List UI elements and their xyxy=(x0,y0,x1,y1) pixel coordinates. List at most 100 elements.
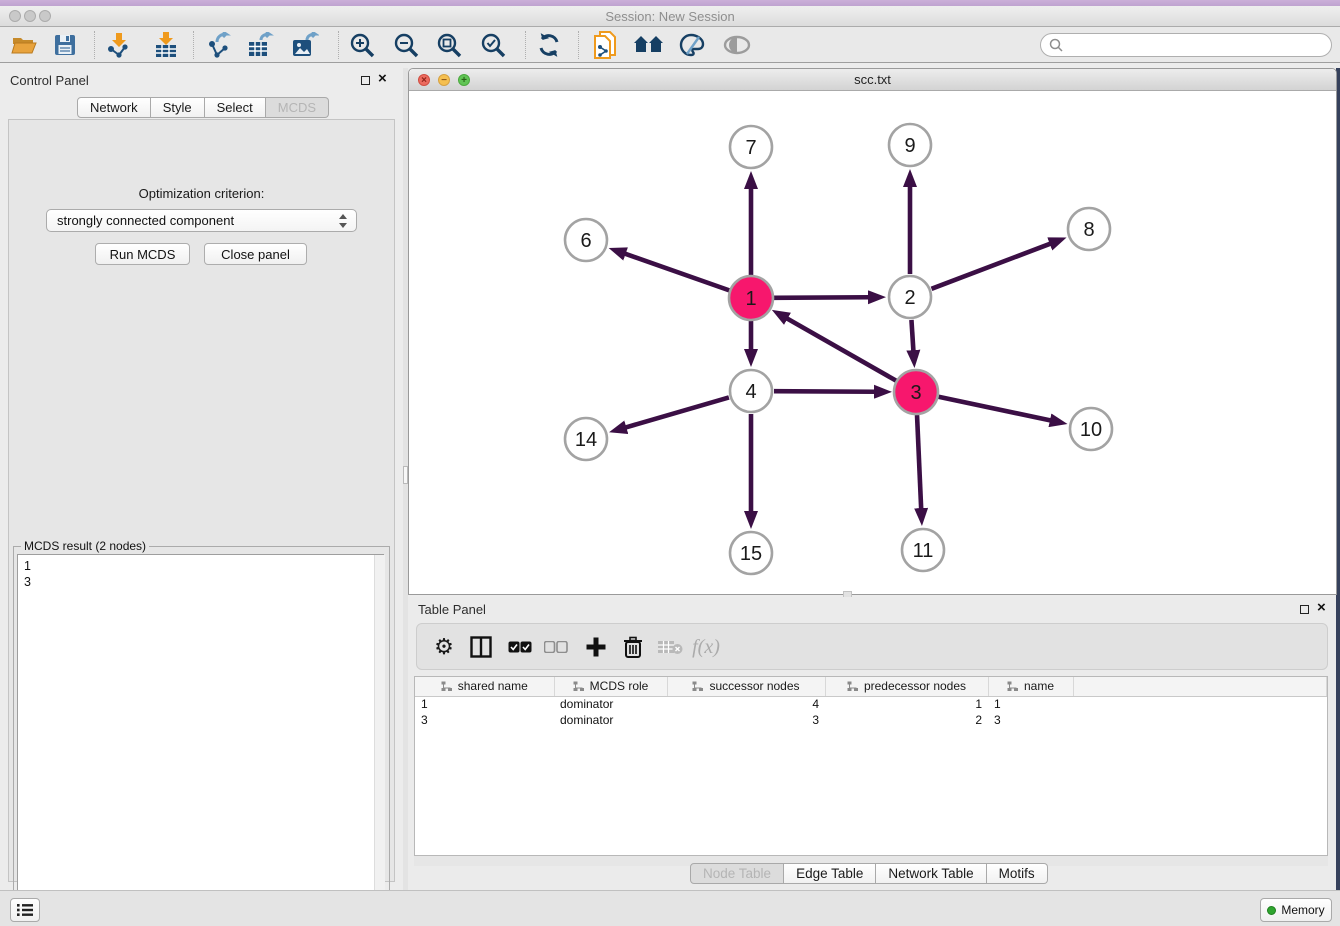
close-view-button[interactable]: × xyxy=(418,74,430,86)
table-cell[interactable]: 4 xyxy=(667,696,825,712)
node-4[interactable]: 4 xyxy=(730,370,772,412)
refresh-view-button[interactable] xyxy=(530,29,568,61)
node-9[interactable]: 9 xyxy=(889,124,931,166)
close-table-panel-icon[interactable]: × xyxy=(1317,599,1326,617)
node-1[interactable]: 1 xyxy=(729,276,773,320)
table-cell[interactable]: 3 xyxy=(988,712,1073,728)
node-8[interactable]: 8 xyxy=(1068,208,1110,250)
edge-3-1[interactable] xyxy=(787,318,896,380)
show-hide-button[interactable] xyxy=(718,29,756,61)
edge-3-10[interactable] xyxy=(939,397,1051,421)
node-3[interactable]: 3 xyxy=(894,370,938,414)
search-input[interactable] xyxy=(1063,38,1331,52)
table-cell[interactable]: 2 xyxy=(825,712,988,728)
column-header-predecessor-nodes[interactable]: predecessor nodes xyxy=(825,677,988,696)
result-item[interactable]: 3 xyxy=(24,574,383,590)
table-settings-button[interactable]: ⚙ xyxy=(427,630,461,664)
node-11[interactable]: 11 xyxy=(902,529,944,571)
delete-column-button[interactable] xyxy=(616,630,650,664)
tab-select[interactable]: Select xyxy=(205,97,266,118)
zoom-in-button[interactable] xyxy=(343,29,381,61)
home-view-button[interactable] xyxy=(630,29,668,61)
table-body[interactable]: 1dominator4113dominator323 xyxy=(415,696,1327,728)
node-6[interactable]: 6 xyxy=(565,219,607,261)
new-network-button[interactable] xyxy=(586,29,624,61)
edge-3-11[interactable] xyxy=(917,415,921,509)
search-field[interactable] xyxy=(1040,33,1332,57)
network-canvas[interactable]: 7 9 6 8 1 2 4 3 14 10 15 11 xyxy=(409,91,1336,589)
table-cell[interactable]: 1 xyxy=(825,696,988,712)
float-table-panel-icon[interactable] xyxy=(1300,605,1309,614)
tab-mcds[interactable]: MCDS xyxy=(266,97,329,118)
run-mcds-button[interactable]: Run MCDS xyxy=(95,243,190,265)
table-row[interactable]: 3dominator323 xyxy=(415,712,1327,728)
style-toggle-icon xyxy=(679,33,705,57)
node-14[interactable]: 14 xyxy=(565,418,607,460)
table-cell[interactable]: dominator xyxy=(554,712,667,728)
import-network-button[interactable] xyxy=(99,29,137,61)
table-cell[interactable]: 1 xyxy=(415,696,554,712)
zoom-fit-button[interactable] xyxy=(430,29,468,61)
deselect-all-button[interactable] xyxy=(539,630,573,664)
export-network-icon xyxy=(205,32,231,58)
node-7[interactable]: 7 xyxy=(730,126,772,168)
export-table-button[interactable] xyxy=(242,29,280,61)
edge-2-8[interactable] xyxy=(932,244,1051,289)
maximize-view-button[interactable]: + xyxy=(458,74,470,86)
show-columns-button[interactable] xyxy=(464,630,498,664)
minimize-view-button[interactable]: − xyxy=(438,74,450,86)
session-title: Session: New Session xyxy=(0,6,1340,27)
tab-style[interactable]: Style xyxy=(151,97,205,118)
task-history-button[interactable] xyxy=(10,898,40,922)
table-row[interactable]: 1dominator411 xyxy=(415,696,1327,712)
node-table[interactable]: shared nameMCDS rolesuccessor nodesprede… xyxy=(414,676,1328,856)
network-window-titlebar[interactable]: × − + scc.txt xyxy=(409,69,1336,91)
close-panel-button[interactable]: Close panel xyxy=(204,243,307,265)
table-cell[interactable]: 1 xyxy=(988,696,1073,712)
close-panel-icon[interactable]: × xyxy=(378,70,387,88)
memory-button[interactable]: Memory xyxy=(1260,898,1332,922)
table-cell[interactable]: 3 xyxy=(667,712,825,728)
zoom-selected-button[interactable] xyxy=(474,29,512,61)
export-network-button[interactable] xyxy=(199,29,237,61)
open-session-button[interactable] xyxy=(5,29,43,61)
tab-network-table[interactable]: Network Table xyxy=(876,863,986,884)
zoom-out-button[interactable] xyxy=(387,29,425,61)
close-window-button[interactable] xyxy=(9,10,21,22)
result-item[interactable]: 1 xyxy=(24,558,383,574)
column-header-shared-name[interactable]: shared name xyxy=(415,677,554,696)
import-table-button[interactable] xyxy=(147,29,185,61)
optimization-criterion-select[interactable]: strongly connected component xyxy=(46,209,357,232)
main-toolbar xyxy=(0,27,1340,63)
tab-network[interactable]: Network xyxy=(77,97,151,118)
column-header-MCDS-role[interactable]: MCDS role xyxy=(554,677,667,696)
edge-4-14[interactable] xyxy=(625,397,729,427)
tab-motifs[interactable]: Motifs xyxy=(987,863,1048,884)
tab-node-table[interactable]: Node Table xyxy=(690,863,784,884)
memory-label: Memory xyxy=(1281,903,1324,917)
style-toggle-button[interactable] xyxy=(673,29,711,61)
export-image-button[interactable] xyxy=(286,29,324,61)
mcds-result-list[interactable]: 13 xyxy=(17,554,384,918)
node-10[interactable]: 10 xyxy=(1070,408,1112,450)
refresh-icon xyxy=(536,33,562,57)
result-scrollbar[interactable] xyxy=(374,555,385,917)
column-header-successor-nodes[interactable]: successor nodes xyxy=(667,677,825,696)
edge-1-2[interactable] xyxy=(774,297,869,298)
zoom-window-button[interactable] xyxy=(39,10,51,22)
column-header-name[interactable]: name xyxy=(988,677,1073,696)
float-panel-icon[interactable] xyxy=(361,76,370,85)
table-cell[interactable]: 3 xyxy=(415,712,554,728)
edge-2-3[interactable] xyxy=(911,320,913,351)
node-2[interactable]: 2 xyxy=(889,276,931,318)
save-session-button[interactable] xyxy=(46,29,84,61)
tab-edge-table[interactable]: Edge Table xyxy=(784,863,876,884)
add-column-button[interactable] xyxy=(579,630,613,664)
minimize-window-button[interactable] xyxy=(24,10,36,22)
edge-4-3[interactable] xyxy=(774,391,875,392)
select-all-button[interactable] xyxy=(503,630,537,664)
node-15[interactable]: 15 xyxy=(730,532,772,574)
table-header-row[interactable]: shared nameMCDS rolesuccessor nodesprede… xyxy=(415,677,1327,696)
edge-1-6[interactable] xyxy=(625,254,730,291)
table-cell[interactable]: dominator xyxy=(554,696,667,712)
